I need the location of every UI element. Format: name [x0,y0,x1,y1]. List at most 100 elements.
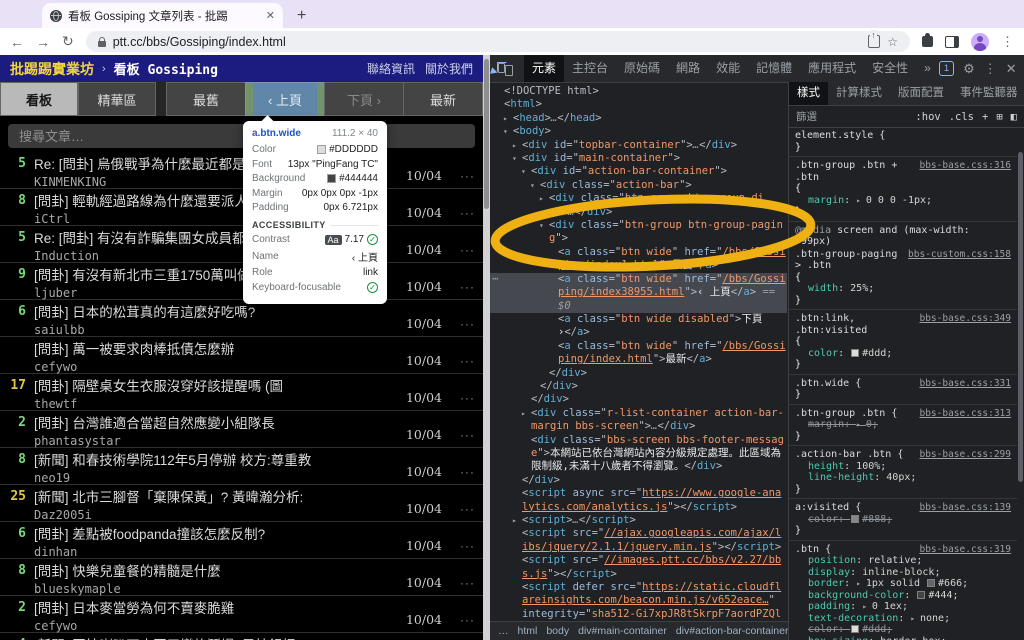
devtools-tab[interactable]: 網路 [668,55,708,82]
address-bar[interactable]: ptt.cc/bbs/Gossiping/index.html ☆ [85,30,910,52]
back-icon[interactable]: ← [10,34,24,50]
css-property[interactable]: border: ▸ 1px solid #666; [795,578,1011,590]
side-panel-icon[interactable] [945,35,959,48]
stylesheet-link[interactable]: bbs-base.css:316 [919,160,1011,172]
dom-tree-line[interactable]: <html> [490,98,787,111]
bookmark-star-icon[interactable]: ☆ [887,35,898,49]
devtools-tab[interactable]: » [916,55,939,82]
dom-breadcrumb[interactable]: … html body div#main-container div#action-ba… [490,621,788,640]
stylesheet-link[interactable]: bbs-base.css:313 [919,408,1011,420]
tree-toggle-icon[interactable]: ▾ [521,165,526,178]
css-property[interactable]: box-sizing: border-box; [795,636,1011,640]
css-rule[interactable]: .btn:link, .btn:visited bbs-base.css:349 {… [789,310,1017,375]
css-rule[interactable]: a:visited {bbs-base.css:139 color: #888;} [789,499,1017,541]
css-property[interactable]: line-height: 40px; [795,472,1011,484]
devtools-tab[interactable]: 記憶體 [748,55,800,82]
dom-tree-line[interactable]: <a class="btn wide" href="/bbs/Gossiping… [490,246,787,273]
css-property[interactable]: background-color: #444; [795,590,1011,602]
dom-tree-line[interactable]: ▾ <div class="btn-group btn-group-paging"… [490,219,787,246]
extensions-icon[interactable] [922,33,933,47]
post-more-icon[interactable]: ··· [460,428,475,442]
dom-tree-line[interactable]: </div> [490,474,787,487]
styles-tab[interactable]: 事件監聽器 [952,82,1024,105]
browser-tab[interactable]: 看板 Gossiping 文章列表 - 批踢 ✕ [42,3,283,28]
page-scrollbar-thumb[interactable] [484,59,489,209]
tree-toggle-icon[interactable]: ▾ [530,179,535,192]
post-row[interactable]: 17 [問卦] 隔壁桌女生衣服沒穿好該提醒嗎 (圖 thewtf 10/04 ··· [0,374,483,411]
css-rule[interactable]: .btn {bbs-base.css:319 position: relative… [789,541,1017,640]
styles-filter-control[interactable]: ◧ [1011,111,1017,123]
post-more-icon[interactable]: ··· [460,539,475,553]
lock-icon[interactable] [97,36,106,47]
css-property[interactable]: margin: ▸ 0; [795,419,1011,431]
styles-scrollbar-thumb[interactable] [1018,152,1023,482]
tree-toggle-icon[interactable]: ▸ [521,407,526,420]
css-rule[interactable]: .btn.wide {bbs-base.css:331} [789,375,1017,405]
devtools-tab[interactable]: 效能 [708,55,748,82]
post-row[interactable]: 2 [問卦] 台灣誰適合當超自然應變小組隊長 phantasystar 10/04 ··… [0,411,483,448]
post-more-icon[interactable]: ··· [460,465,475,479]
tree-toggle-icon[interactable]: ▸ [512,514,517,527]
post-more-icon[interactable]: ··· [460,613,475,627]
css-property[interactable]: padding: ▸ 0 1ex; [795,601,1011,613]
css-rule[interactable]: .action-bar .btn {bbs-base.css:299 height… [789,446,1017,499]
dom-tree-line[interactable]: ▾ <div class="action-bar"> [490,179,787,192]
styles-tab[interactable]: 版面配置 [890,82,952,105]
devtools-tab[interactable]: 元素 [524,55,565,82]
css-property[interactable]: color: #ddd; [795,624,1011,636]
dom-tree-line[interactable]: <div class="bbs-screen bbs-footer-messag… [490,434,787,474]
dom-tree-line[interactable]: <a class="btn wide disabled">下頁 ›</a> [490,313,787,340]
css-property[interactable]: color: #ddd; [795,348,1011,360]
paging-button[interactable]: ‹ 上頁 [245,82,325,116]
paging-button[interactable]: 下頁 › [324,82,404,116]
css-rule[interactable]: element.style {} [789,127,1017,157]
dom-tree-line[interactable]: ▾ <body> [490,125,787,138]
css-property[interactable]: text-decoration: ▸ none; [795,613,1011,625]
css-property[interactable]: color: #888; [795,514,1011,526]
post-more-icon[interactable]: ··· [460,280,475,294]
post-more-icon[interactable]: ··· [460,243,475,257]
devtools-tab[interactable]: 原始碼 [616,55,668,82]
tab-close-icon[interactable]: ✕ [266,9,275,22]
dom-tree-line[interactable]: </div> [490,367,787,380]
dom-tree-line[interactable]: </div> [490,380,787,393]
styles-scrollbar[interactable] [1017,127,1024,640]
dom-tree-line[interactable]: <!DOCTYPE html> [490,85,787,98]
dom-tree-line[interactable]: ▸ <div class="btn-group btn-group-dir">…<… [490,192,787,219]
post-row[interactable]: [問卦] 萬一被要求肉棒抵債怎麼辦 cefywo 10/04 ··· [0,337,483,374]
dom-tree-line[interactable]: </div> [490,393,787,406]
post-more-icon[interactable]: ··· [460,502,475,516]
stylesheet-link[interactable]: bbs-base.css:331 [919,378,1011,390]
dom-tree-line[interactable]: ▸ <div id="topbar-container">…</div> [490,139,787,152]
devtools-tab[interactable]: 應用程式 [800,55,864,82]
post-row[interactable]: 6 [問卦] 差點被foodpanda撞該怎麼反制? dinhan 10/04 ··· [0,522,483,559]
styles-filter-control[interactable]: :hov [915,111,940,123]
post-more-icon[interactable]: ··· [460,391,475,405]
topbar-link[interactable]: 聯絡資訊 [367,60,415,77]
post-row[interactable]: 2 [問卦] 日本麥當勞為何不賣麥脆雞 cefywo 10/04 ··· [0,596,483,633]
devtools-close-icon[interactable]: ✕ [1006,61,1017,77]
post-more-icon[interactable]: ··· [460,576,475,590]
reload-icon[interactable]: ↻ [62,33,74,50]
post-row[interactable]: 25 [新聞] 北市三腳督「棄陳保黃」? 黃暐瀚分析: Daz2005i 10/04 ·… [0,485,483,522]
tree-toggle-icon[interactable]: ▾ [503,125,508,138]
css-rule[interactable]: .btn-group .btn + .btn bbs-base.css:316 {m… [789,157,1017,222]
dom-tree[interactable]: <!DOCTYPE html> <html> ▸ <head>…</head> ▾ <bo… [490,85,787,622]
css-property[interactable]: display: inline-block; [795,567,1011,579]
styles-filter-control[interactable]: ⊞ [996,111,1002,123]
stylesheet-link[interactable]: bbs-base.css:319 [919,544,1011,556]
dir-button[interactable]: 看板 [0,82,78,116]
devtools-tab[interactable]: 安全性 [864,55,916,82]
stylesheet-link[interactable]: bbs-base.css:349 [919,313,1011,325]
post-row[interactable]: 5 Re: [問卦] 有沒有詐騙集團女成員都長得很 Induction 10/04 ··… [0,226,483,263]
tree-toggle-icon[interactable]: ▾ [512,152,517,165]
dom-tree-line[interactable]: <script src="//images.ptt.cc/bbs/v2.27/b… [490,554,787,581]
dom-tree-line[interactable]: ▸ <div class="r-list-container action-bar… [490,407,787,434]
styles-filter-input[interactable]: 篩選 [796,109,907,124]
stylesheet-link[interactable]: bbs-base.css:139 [919,502,1011,514]
dir-button[interactable]: 精華區 [78,82,156,116]
dom-tree-line[interactable]: ⋯ <a class="btn wide" href="/bbs/Gossipin… [490,272,787,313]
search-input[interactable] [17,127,466,145]
search-box[interactable] [8,124,475,148]
tree-toggle-icon[interactable]: ▸ [539,192,544,205]
